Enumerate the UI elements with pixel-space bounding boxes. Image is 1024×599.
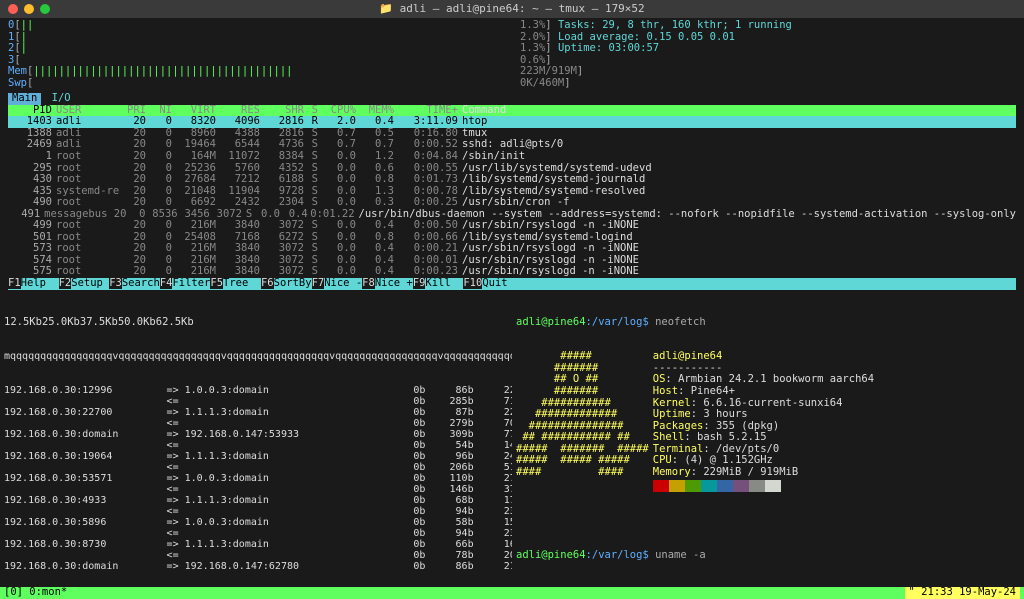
neofetch-logo: ##### ####### ## O ## ####### ##########… [516, 351, 649, 496]
cpu-3-pct: 0.6% [520, 54, 545, 66]
maximize-icon[interactable] [40, 4, 50, 14]
nf-os-label: OS [653, 373, 666, 385]
iftop-row: 192.168.0.30:domain => 192.168.0.147:627… [4, 561, 508, 571]
fkey-F8[interactable]: F8 [362, 277, 375, 289]
fkey-F10[interactable]: F10 [463, 277, 482, 289]
iftop-row: 192.168.0.30:8730 => 1.1.1.3:domain 0b 6… [4, 539, 508, 550]
process-row[interactable]: 1403adli200832040962816R2.00.43:11.09hto… [8, 116, 1016, 128]
iftop-scale-tick: 25.0Kb [42, 317, 80, 329]
nf-kernel-label: Kernel [653, 397, 691, 409]
window-title-text: adli — adli@pine64: ~ — tmux — 179×52 [400, 2, 645, 15]
iftop-row: <= 0b 146b 37b [4, 484, 508, 495]
iftop-row: <= 0b 279b 70b [4, 418, 508, 429]
nf-terminal-label: Terminal [653, 443, 704, 455]
minimize-icon[interactable] [24, 4, 34, 14]
cmd-neofetch: neofetch [655, 316, 706, 328]
fkey-F7[interactable]: F7 [312, 277, 325, 289]
iftop-row: <= 0b 54b 14b [4, 440, 508, 451]
iftop-scale-tick: 12.5Kb [4, 317, 42, 329]
iftop-row: 192.168.0.30:53571 => 1.0.0.3:domain 0b … [4, 473, 508, 484]
fkey-F5-label[interactable]: Tree [223, 277, 261, 289]
cpu-2-pct: 1.3% [520, 42, 545, 54]
fkey-F9[interactable]: F9 [413, 277, 426, 289]
nf-host-label: Host [653, 385, 678, 397]
fkey-F9-label[interactable]: Kill [425, 277, 463, 289]
iftop-scale-tick: 62.5Kb [156, 317, 194, 329]
iftop-border: mqqqqqqqqqqqqqqqqqvqqqqqqqqqqqqqqqqqvqqq… [4, 351, 508, 362]
cpu-1-pct: 2.0% [520, 31, 545, 43]
htop-stat-2: Uptime: 03:00:57 [558, 42, 659, 54]
iftop-scale-tick: 50.0Kb [118, 317, 156, 329]
iftop-row: 192.168.0.30:22700 => 1.1.1.3:domain 0b … [4, 407, 508, 418]
prompt-path: :/var/log$ [586, 316, 649, 328]
htop-stat-0: Tasks: 29, 8 thr, 160 kthr; 1 running [558, 19, 792, 31]
nf-packages-label: Packages [653, 420, 704, 432]
htop-pane[interactable]: 0[||1.3%] Tasks: 29, 8 thr, 160 kthr; 1 … [0, 18, 1024, 292]
prompt-user: adli@pine64 [516, 316, 586, 328]
iftop-row: <= 0b 78b 20b [4, 550, 508, 561]
shell-pane[interactable]: adli@pine64:/var/log$ neofetch ##### ###… [512, 292, 1024, 572]
prompt-path-2: :/var/log$ [586, 549, 649, 561]
iftop-pane[interactable]: 12.5Kb25.0Kb37.5Kb50.0Kb62.5Kb mqqqqqqqq… [0, 292, 512, 572]
iftop-row: 192.168.0.30:19064 => 1.1.1.3:domain 0b … [4, 451, 508, 462]
fkey-F4-label[interactable]: Filter [172, 277, 210, 289]
fkey-F2[interactable]: F2 [59, 277, 72, 289]
window-titlebar: 📁 adli — adli@pine64: ~ — tmux — 179×52 [0, 0, 1024, 18]
process-header[interactable]: PID USER PRI NI VIRT RES SHR S CPU% MEM%… [8, 105, 1016, 117]
cpu-0-pct: 1.3% [520, 19, 545, 31]
neofetch-colors [653, 480, 874, 496]
iftop-row: <= 0b 94b 23b [4, 506, 508, 517]
tmux-statusbar: [0] 0:mon* " 21:33 19-May-24 [0, 587, 1024, 599]
fkey-F3[interactable]: F3 [109, 277, 122, 289]
htop-fkeys: F1Help F2Setup F3SearchF4FilterF5Tree F6… [8, 278, 1016, 290]
fkey-F4[interactable]: F4 [160, 277, 173, 289]
iftop-scale: 12.5Kb25.0Kb37.5Kb50.0Kb62.5Kb [4, 317, 508, 329]
fkey-F6[interactable]: F6 [261, 277, 274, 289]
mem-bar: ||||||||||||||||||||||||||||||||||||||||… [33, 65, 292, 77]
fkey-F2-label[interactable]: Setup [71, 277, 109, 289]
mem-value: 223M/919M [520, 65, 577, 77]
iftop-row: 192.168.0.30:domain => 192.168.0.147:539… [4, 429, 508, 440]
swp-value: 0K/460M [520, 77, 564, 89]
mem-label: Mem [8, 66, 27, 78]
iftop-row: 192.168.0.30:4933 => 1.1.1.3:domain 0b 6… [4, 495, 508, 506]
nf-memory-label: Memory [653, 466, 691, 478]
nf-uptime-label: Uptime [653, 408, 691, 420]
fkey-F8-label[interactable]: Nice + [375, 277, 413, 289]
process-row[interactable]: 1root200164M110728384S0.01.20:04.84/sbin… [8, 151, 1016, 163]
process-row[interactable]: 430root2002768472126188S0.00.80:01.73/li… [8, 174, 1016, 186]
tmux-status-right: " 21:33 19-May-24 [905, 587, 1020, 599]
tmux-status-left: [0] 0:mon* [4, 587, 67, 599]
fkey-F1[interactable]: F1 [8, 277, 21, 289]
cmd-uname: uname -a [655, 549, 706, 561]
window-title: 📁 adli — adli@pine64: ~ — tmux — 179×52 [379, 3, 644, 15]
fkey-F10-label[interactable]: Quit [482, 277, 520, 289]
swp-label: Swp [8, 78, 27, 90]
folder-icon: 📁 [379, 2, 393, 15]
nf-cpu-label: CPU [653, 454, 672, 466]
fkey-F5[interactable]: F5 [210, 277, 223, 289]
iftop-scale-tick: 37.5Kb [80, 317, 118, 329]
neofetch-info: adli@pine64-----------OS: Armbian 24.2.1… [653, 351, 874, 496]
close-icon[interactable] [8, 4, 18, 14]
iftop-row: 192.168.0.30:5896 => 1.0.0.3:domain 0b 5… [4, 517, 508, 528]
fkey-F1-label[interactable]: Help [21, 277, 59, 289]
nf-shell-label: Shell [653, 431, 685, 443]
iftop-row: 192.168.0.30:12996 => 1.0.0.3:domain 0b … [4, 385, 508, 396]
iftop-row: <= 0b 94b 23b [4, 528, 508, 539]
iftop-row: <= 0b 285b 71b [4, 396, 508, 407]
prompt-user-2: adli@pine64 [516, 549, 586, 561]
fkey-F3-label[interactable]: Search [122, 277, 160, 289]
htop-stat-1: Load average: 0.15 0.05 0.01 [558, 31, 735, 43]
iftop-row: <= 0b 206b 51b [4, 462, 508, 473]
fkey-F7-label[interactable]: Nice - [324, 277, 362, 289]
fkey-F6-label[interactable]: SortBy [274, 277, 312, 289]
